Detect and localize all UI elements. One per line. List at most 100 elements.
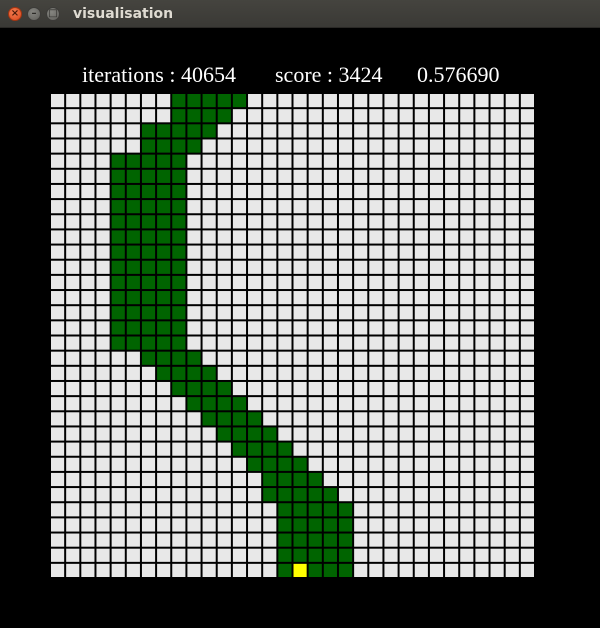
board-cell (323, 321, 337, 335)
board-cell (66, 351, 80, 365)
board-cell (308, 336, 322, 350)
board-cell (460, 442, 474, 456)
board-cell (505, 533, 519, 547)
board-cell (323, 109, 337, 123)
snake-cell (278, 457, 292, 471)
maximize-button[interactable]: □ (46, 7, 60, 21)
board-cell (217, 442, 231, 456)
snake-cell (308, 518, 322, 532)
board-cell (202, 169, 216, 183)
board-cell (354, 291, 368, 305)
board-cell (475, 503, 489, 517)
board-cell (278, 412, 292, 426)
board-cell (369, 260, 383, 274)
board-cell (66, 488, 80, 502)
board-cell (505, 306, 519, 320)
board-cell (96, 245, 110, 259)
board-cell (263, 154, 277, 168)
board-cell (520, 275, 534, 290)
board-cell (520, 457, 534, 471)
board-cell (414, 381, 428, 396)
board-cell (51, 169, 65, 183)
board-cell (51, 154, 65, 168)
board-cell (51, 275, 65, 290)
board-cell (308, 184, 322, 199)
board-cell (232, 306, 247, 320)
board-cell (66, 124, 80, 138)
board-cell (248, 94, 262, 108)
snake-cell (141, 215, 156, 229)
board-cell (505, 336, 519, 350)
board-cell (141, 381, 156, 396)
snake-cell (126, 306, 140, 320)
board-cell (460, 94, 474, 108)
snake-cell (172, 291, 186, 305)
snake-cell (111, 230, 125, 244)
board-cell (369, 381, 383, 396)
snake-cell (338, 563, 353, 577)
snake-cell (187, 381, 201, 396)
board-cell (263, 94, 277, 108)
board-cell (369, 169, 383, 183)
snake-cell (187, 139, 201, 153)
board-cell (263, 245, 277, 259)
board-cell (293, 260, 307, 274)
board-cell (111, 397, 125, 411)
board-cell (217, 260, 231, 274)
board-cell (323, 184, 337, 199)
board-cell (66, 230, 80, 244)
board-cell (399, 488, 413, 502)
board-cell (399, 184, 413, 199)
board-cell (172, 518, 186, 532)
board-cell (111, 109, 125, 123)
board-cell (232, 518, 247, 532)
board-cell (293, 154, 307, 168)
minimize-button[interactable]: – (27, 7, 41, 21)
snake-cell (217, 381, 231, 396)
board-cell (293, 291, 307, 305)
close-button[interactable]: × (8, 7, 22, 21)
board-cell (263, 548, 277, 562)
board-cell (505, 124, 519, 138)
board-cell (126, 366, 140, 380)
snake-cell (263, 488, 277, 502)
board-cell (126, 109, 140, 123)
board-cell (202, 351, 216, 365)
board-cell (338, 321, 353, 335)
board-cell (248, 518, 262, 532)
board-cell (520, 412, 534, 426)
board-cell (51, 215, 65, 229)
board-cell (338, 169, 353, 183)
board-cell (354, 169, 368, 183)
board-cell (323, 94, 337, 108)
board-cell (278, 154, 292, 168)
snake-cell (111, 245, 125, 259)
board-cell (490, 488, 504, 502)
board-cell (308, 381, 322, 396)
board-cell (460, 488, 474, 502)
board-cell (157, 518, 171, 532)
board-cell (520, 548, 534, 562)
board-cell (445, 245, 459, 259)
board-cell (263, 366, 277, 380)
board-cell (248, 503, 262, 517)
board-cell (505, 488, 519, 502)
board-cell (293, 245, 307, 259)
board-cell (51, 488, 65, 502)
board-cell (323, 169, 337, 183)
board-cell (369, 457, 383, 471)
snake-cell (172, 215, 186, 229)
board-cell (293, 397, 307, 411)
board-cell (384, 139, 398, 153)
snake-cell (111, 260, 125, 274)
board-cell (293, 321, 307, 335)
board-cell (157, 412, 171, 426)
title-bar[interactable]: × – □ visualisation (0, 0, 600, 28)
board-cell (66, 94, 80, 108)
board-cell (66, 139, 80, 153)
board-cell (354, 457, 368, 471)
board-cell (354, 230, 368, 244)
board-cell (248, 563, 262, 577)
board-cell (263, 397, 277, 411)
board-cell (369, 427, 383, 441)
